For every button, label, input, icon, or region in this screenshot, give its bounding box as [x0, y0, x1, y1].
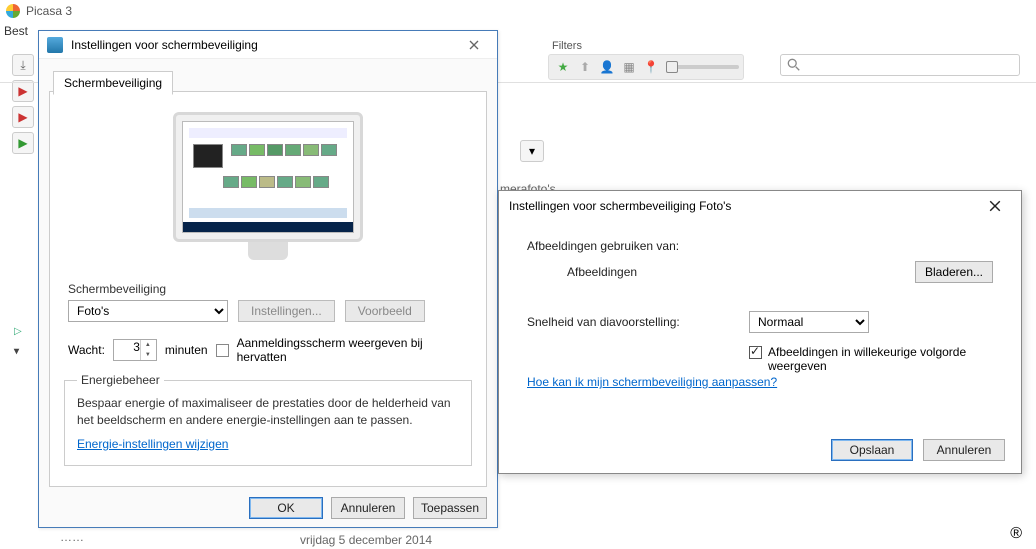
- tree-item[interactable]: ▷: [14, 326, 22, 337]
- use-from-label: Afbeeldingen gebruiken van:: [527, 239, 727, 253]
- resume-label: Aanmeldingsscherm weergeven bij hervatte…: [237, 336, 437, 364]
- screensaver-select[interactable]: Foto's: [68, 300, 228, 322]
- speed-select[interactable]: Normaal: [749, 311, 869, 333]
- filter-slider[interactable]: [669, 65, 739, 69]
- play-button-2[interactable]: ▶: [12, 106, 34, 128]
- ok-button[interactable]: OK: [249, 497, 323, 519]
- date-label: vrijdag 5 december 2014: [300, 533, 432, 547]
- energy-link[interactable]: Energie-instellingen wijzigen: [77, 437, 228, 451]
- speed-label: Snelheid van diavoorstelling:: [527, 315, 727, 329]
- upload-filter-icon[interactable]: ⬆: [575, 57, 595, 77]
- section-label: Schermbeveiliging: [68, 282, 166, 296]
- app-title: Picasa 3: [26, 4, 72, 18]
- import-button[interactable]: ⤓: [12, 54, 34, 76]
- close-button[interactable]: [979, 194, 1011, 218]
- help-link[interactable]: Hoe kan ik mijn schermbeveiliging aanpas…: [527, 375, 777, 389]
- preview-button[interactable]: Voorbeeld: [345, 300, 425, 322]
- tab-screensaver[interactable]: Schermbeveiliging: [53, 71, 173, 95]
- list-row: ……: [60, 530, 84, 544]
- use-from-value: Afbeeldingen: [527, 265, 727, 279]
- save-button[interactable]: Opslaan: [831, 439, 913, 461]
- play-button-3[interactable]: ▶: [12, 132, 34, 154]
- wait-spinner[interactable]: 3: [113, 339, 157, 361]
- close-icon: [469, 40, 479, 50]
- movie-filter-icon[interactable]: ▦: [619, 57, 639, 77]
- view-dropdown[interactable]: ▾: [520, 140, 544, 162]
- settings-button[interactable]: Instellingen...: [238, 300, 335, 322]
- browse-button[interactable]: Bladeren...: [915, 261, 993, 283]
- trademark: ®: [1010, 525, 1022, 543]
- wait-label: Wacht:: [68, 343, 105, 357]
- apply-button[interactable]: Toepassen: [413, 497, 487, 519]
- dialog2-title: Instellingen voor schermbeveiliging Foto…: [509, 199, 731, 213]
- filters-label: Filters: [552, 40, 582, 52]
- resume-checkbox[interactable]: [216, 344, 229, 357]
- app-logo: [6, 4, 20, 18]
- monitor-preview: [173, 112, 363, 260]
- search-input[interactable]: [780, 54, 1020, 76]
- search-icon: [787, 58, 801, 72]
- close-button[interactable]: [459, 35, 489, 55]
- shuffle-label: Afbeeldingen in willekeurige volgorde we…: [768, 345, 993, 373]
- energy-text: Bespaar energie of maximaliseer de prest…: [77, 395, 459, 429]
- photos-screensaver-dialog: Instellingen voor schermbeveiliging Foto…: [498, 190, 1022, 474]
- geo-filter-icon[interactable]: 📍: [641, 57, 661, 77]
- star-filter-icon[interactable]: ★: [553, 57, 573, 77]
- energy-legend: Energiebeheer: [77, 373, 164, 387]
- menu-item[interactable]: Best: [4, 24, 28, 38]
- close-icon: [989, 200, 1001, 212]
- filters-bar: ★ ⬆ 👤 ▦ 📍: [548, 54, 744, 80]
- wait-unit: minuten: [165, 343, 208, 357]
- cancel-button[interactable]: Annuleren: [923, 439, 1005, 461]
- play-button[interactable]: ▶: [12, 80, 34, 102]
- dialog-icon: [47, 37, 63, 53]
- tree-item-expanded[interactable]: ▾: [14, 346, 19, 357]
- face-filter-icon[interactable]: 👤: [597, 57, 617, 77]
- energy-fieldset: Energiebeheer Bespaar energie of maximal…: [64, 380, 472, 466]
- shuffle-checkbox[interactable]: [749, 346, 762, 359]
- screensaver-settings-dialog: Instellingen voor schermbeveiliging Sche…: [38, 30, 498, 528]
- dialog-title: Instellingen voor schermbeveiliging: [71, 38, 258, 52]
- cancel-button[interactable]: Annuleren: [331, 497, 405, 519]
